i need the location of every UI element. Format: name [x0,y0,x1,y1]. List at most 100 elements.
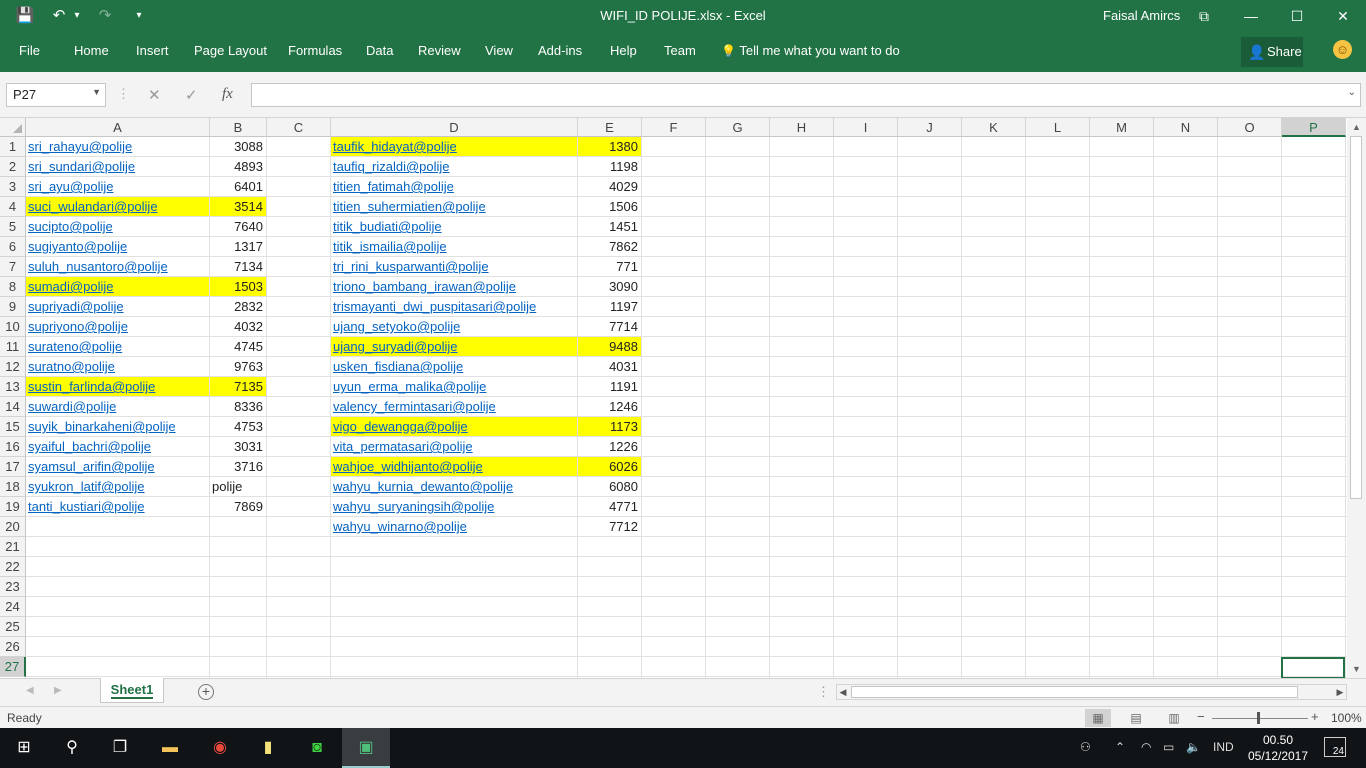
share-button[interactable]: 👤 Share [1241,37,1303,67]
maximize-button[interactable]: ☐ [1274,0,1320,32]
tab-review[interactable]: Review [418,43,461,58]
scroll-up-icon[interactable]: ▲ [1350,120,1363,134]
row-header-18[interactable]: 18 [0,477,26,497]
cell-a11[interactable]: surateno@polije [26,337,209,356]
row-header-4[interactable]: 4 [0,197,26,217]
column-header-a[interactable]: A [26,118,210,137]
page-layout-view-icon[interactable]: ▤ [1123,709,1149,727]
scroll-right-icon[interactable]: ▶ [1334,685,1346,699]
excel-taskbar-icon[interactable]: ▣ [342,728,390,768]
cell-a17[interactable]: syamsul_arifin@polije [26,457,209,476]
vertical-scrollbar[interactable]: ▲ ▼ [1347,118,1366,678]
chrome-icon[interactable]: ◉ [196,728,244,768]
user-name[interactable]: Faisal Amircs [1103,8,1180,23]
cell-e5[interactable]: 1451 [578,217,641,236]
task-view-icon[interactable]: ❐ [96,728,144,768]
horizontal-scrollbar[interactable]: ◀ ▶ [836,684,1347,700]
page-break-preview-icon[interactable]: ▥ [1161,709,1187,727]
tab-file[interactable]: File [19,43,40,58]
cell-b1[interactable]: 3088 [210,137,266,156]
cell-e12[interactable]: 4031 [578,357,641,376]
row-header-8[interactable]: 8 [0,277,26,297]
cell-e7[interactable]: 771 [578,257,641,276]
cell-a18[interactable]: syukron_latif@polije [26,477,209,496]
cell-e19[interactable]: 4771 [578,497,641,516]
row-header-27[interactable]: 27 [0,657,26,677]
cell-d8[interactable]: triono_bambang_irawan@polije [331,277,577,296]
cell-e8[interactable]: 3090 [578,277,641,296]
cell-d16[interactable]: vita_permatasari@polije [331,437,577,456]
cell-d9[interactable]: trismayanti_dwi_puspitasari@polije [331,297,577,316]
tab-split-grip[interactable]: ⋮ [817,684,830,700]
cell-a16[interactable]: syaiful_bachri@polije [26,437,209,456]
cell-b17[interactable]: 3716 [210,457,266,476]
line-app-icon[interactable]: ◙ [293,728,341,768]
cell-d17[interactable]: wahjoe_widhijanto@polije [331,457,577,476]
insert-function-icon[interactable]: fx [222,86,233,103]
taskbar-clock[interactable]: 00.50 05/12/2017 [1243,732,1313,764]
volume-icon[interactable]: 🔈 [1186,740,1201,754]
cell-b9[interactable]: 2832 [210,297,266,316]
column-header-g[interactable]: G [706,118,770,137]
cell-d13[interactable]: uyun_erma_malika@polije [331,377,577,396]
row-header-15[interactable]: 15 [0,417,26,437]
column-header-e[interactable]: E [578,118,642,137]
cell-b14[interactable]: 8336 [210,397,266,416]
cell-b2[interactable]: 4893 [210,157,266,176]
row-header-19[interactable]: 19 [0,497,26,517]
cell-b13[interactable]: 7135 [210,377,266,396]
cell-b12[interactable]: 9763 [210,357,266,376]
cell-a10[interactable]: supriyono@polije [26,317,209,336]
row-header-23[interactable]: 23 [0,577,26,597]
zoom-slider-thumb[interactable] [1257,712,1260,724]
formula-bar-grip[interactable]: ⋮ [117,86,130,102]
people-icon[interactable]: ⚇ [1080,740,1091,754]
column-header-c[interactable]: C [267,118,331,137]
cell-a13[interactable]: sustin_farlinda@polije [26,377,209,396]
zoom-level[interactable]: 100% [1331,711,1362,725]
cell-b18[interactable]: polije [210,477,266,496]
cell-a4[interactable]: suci_wulandari@polije [26,197,209,216]
cell-a3[interactable]: sri_ayu@polije [26,177,209,196]
row-header-7[interactable]: 7 [0,257,26,277]
column-header-l[interactable]: L [1026,118,1090,137]
cell-b15[interactable]: 4753 [210,417,266,436]
cell-e10[interactable]: 7714 [578,317,641,336]
enter-icon[interactable]: ✓ [185,86,198,104]
cell-b7[interactable]: 7134 [210,257,266,276]
column-header-b[interactable]: B [210,118,267,137]
cell-d10[interactable]: ujang_setyoko@polije [331,317,577,336]
column-header-i[interactable]: I [834,118,898,137]
select-all-button[interactable] [0,118,26,137]
cell-d18[interactable]: wahyu_kurnia_dewanto@polije [331,477,577,496]
row-header-25[interactable]: 25 [0,617,26,637]
row-header-2[interactable]: 2 [0,157,26,177]
cell-a2[interactable]: sri_sundari@polije [26,157,209,176]
column-header-m[interactable]: M [1090,118,1154,137]
row-header-1[interactable]: 1 [0,137,26,157]
tab-formulas[interactable]: Formulas [288,43,342,58]
cell-b11[interactable]: 4745 [210,337,266,356]
cell-a12[interactable]: suratno@polije [26,357,209,376]
tab-page-layout[interactable]: Page Layout [194,43,267,58]
cell-d15[interactable]: vigo_dewangga@polije [331,417,577,436]
cell-d3[interactable]: titien_fatimah@polije [331,177,577,196]
cell-b10[interactable]: 4032 [210,317,266,336]
cell-d11[interactable]: ujang_suryadi@polije [331,337,577,356]
row-header-9[interactable]: 9 [0,297,26,317]
battery-icon[interactable]: ▭ [1163,740,1174,754]
column-header-o[interactable]: O [1218,118,1282,137]
cell-a1[interactable]: sri_rahayu@polije [26,137,209,156]
cell-b16[interactable]: 3031 [210,437,266,456]
file-explorer-icon[interactable]: ▬ [146,728,194,768]
language-indicator[interactable]: IND [1213,740,1234,754]
column-header-f[interactable]: F [642,118,706,137]
row-header-10[interactable]: 10 [0,317,26,337]
cell-e17[interactable]: 6026 [578,457,641,476]
chevron-down-icon[interactable]: ▼ [92,87,101,97]
vertical-scroll-thumb[interactable] [1350,136,1362,499]
cell-a19[interactable]: tanti_kustiari@polije [26,497,209,516]
cell-e14[interactable]: 1246 [578,397,641,416]
cancel-icon[interactable]: ✕ [148,86,161,104]
tab-add-ins[interactable]: Add-ins [538,43,582,58]
